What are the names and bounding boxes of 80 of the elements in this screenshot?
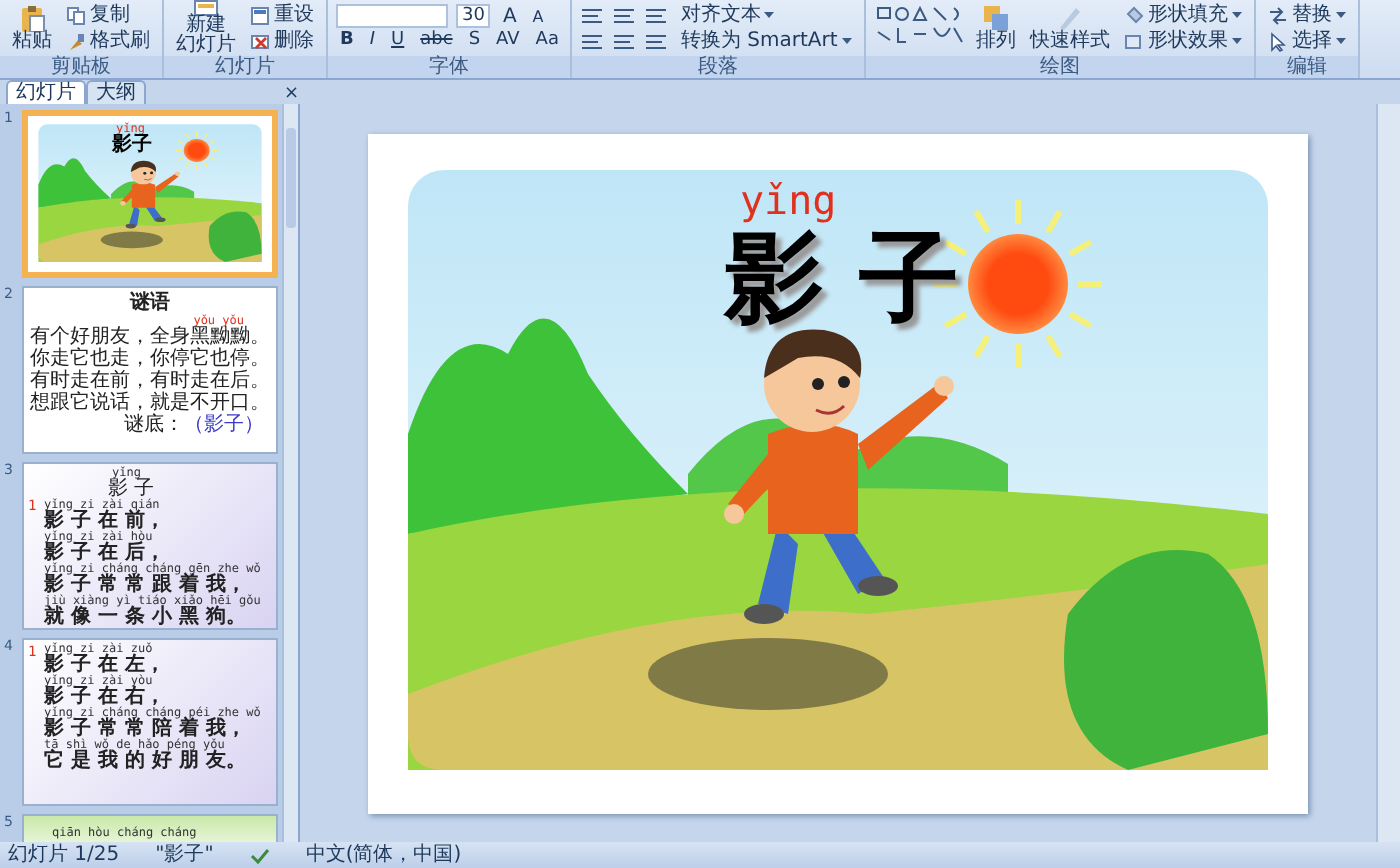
answer-label: 谜底： xyxy=(124,416,184,436)
format-button[interactable]: U xyxy=(387,30,409,52)
poem-line: 它 是 我 的 好 朋 友。 xyxy=(44,752,248,772)
ribbon-group-label: 段落 xyxy=(572,56,864,78)
shrink-font-button[interactable]: A xyxy=(528,5,548,27)
poem-line: 想跟它说话，就是不开口。 xyxy=(30,394,270,414)
slide-icon xyxy=(194,0,218,16)
paint-bucket-icon xyxy=(1123,5,1144,25)
pinyin-text: yǐng xyxy=(740,177,837,221)
copy-icon xyxy=(66,5,86,25)
poem-line: 影 子 常 常 跟 着 我， xyxy=(44,576,246,596)
status-text: "影子" xyxy=(155,843,214,867)
spellcheck-icon xyxy=(249,845,270,865)
poem-line: 就 像 一 条 小 黑 狗。 xyxy=(44,608,246,628)
slide-heading: 谜语 xyxy=(130,294,170,314)
scrollbar[interactable] xyxy=(282,104,298,842)
cursor-icon xyxy=(1267,31,1288,51)
ribbon-button[interactable]: 形状填充 xyxy=(1119,3,1246,27)
format-button[interactable]: S xyxy=(464,30,485,52)
poem-line: 有时走在前，有时走在后。 xyxy=(30,372,270,392)
ribbon-button[interactable]: 复制 xyxy=(62,3,154,27)
ribbon-button[interactable]: 粘贴 xyxy=(8,4,56,52)
bullets-icon xyxy=(580,5,605,25)
ribbon-group-label: 绘图 xyxy=(865,56,1254,78)
poem-line: 影 子 常 常 陪 着 我， xyxy=(44,720,246,740)
status-text: 中文(简体，中国) xyxy=(305,843,462,867)
poem-line: 影 子 在 前， xyxy=(44,512,167,532)
poem-line: 影 子 在 左， xyxy=(44,656,167,676)
caret-icon xyxy=(1335,11,1346,19)
caret-icon xyxy=(1231,11,1242,19)
layout-icon xyxy=(250,5,270,25)
ribbon-group-label: 剪贴板 xyxy=(0,56,162,78)
caret-icon xyxy=(764,11,775,19)
ribbon-button[interactable]: 对齐文本 xyxy=(676,3,779,27)
ribbon-button[interactable]: 形状效果 xyxy=(1119,29,1246,53)
grow-font-button[interactable]: A xyxy=(498,5,521,27)
replace-icon xyxy=(1267,5,1288,25)
slide-title: 影 子 xyxy=(724,221,959,333)
format-button[interactable]: abc xyxy=(416,30,457,52)
slide-title: 影子 xyxy=(112,136,152,156)
ribbon-button[interactable]: 替换 xyxy=(1263,3,1350,27)
ribbon-button[interactable]: 快速样式 xyxy=(1025,4,1114,52)
format-button[interactable]: I xyxy=(365,30,380,52)
font-name-field[interactable] xyxy=(336,4,448,28)
font-size-field[interactable]: 30 xyxy=(456,4,491,28)
format-button[interactable]: AV xyxy=(492,30,524,52)
ribbon-group-label: 编辑 xyxy=(1255,56,1358,78)
ribbon-group-label: 幻灯片 xyxy=(164,56,326,78)
close-button[interactable]: × xyxy=(280,84,304,104)
align-left-icon xyxy=(580,31,605,51)
ribbon-button[interactable]: 删除 xyxy=(246,29,318,53)
delete-icon xyxy=(250,31,270,51)
align-center-icon xyxy=(612,31,637,51)
paintbrush-icon xyxy=(66,31,86,51)
poem-line: 有个好朋友，全身黑黝黝。 xyxy=(30,328,270,348)
caret-icon xyxy=(841,37,852,45)
shape-effects-icon xyxy=(1123,31,1144,51)
arrange-icon xyxy=(981,4,1010,32)
slide-heading: 影 子 xyxy=(108,480,155,500)
ribbon-button[interactable]: 重设 xyxy=(246,3,318,27)
scrollbar[interactable] xyxy=(1376,104,1400,842)
format-button[interactable]: B xyxy=(336,30,358,52)
pane-tab[interactable]: 幻灯片 xyxy=(6,80,86,104)
caret-icon xyxy=(1231,37,1242,45)
pane-tab[interactable]: 大纲 xyxy=(86,80,146,104)
poem-line: 影 子 在 右， xyxy=(44,688,165,708)
poem-line: 你走它也走，你停它也停。 xyxy=(30,350,270,370)
answer-text: （影子） xyxy=(184,416,264,436)
ribbon-button[interactable]: 排列 xyxy=(971,4,1020,52)
ribbon-button[interactable]: 格式刷 xyxy=(62,29,154,53)
ribbon-group-label: 字体 xyxy=(328,56,571,78)
poem-line: 影 子 在 后， xyxy=(44,544,165,564)
format-button[interactable]: Aa xyxy=(531,30,563,52)
status-text: 幻灯片 1/25 xyxy=(8,843,120,867)
ribbon-button[interactable]: 新建 幻灯片 xyxy=(172,0,240,56)
clipboard-icon xyxy=(18,4,46,32)
caret-icon xyxy=(1335,37,1346,45)
ribbon-button[interactable]: 选择 xyxy=(1263,29,1350,53)
ribbon-button[interactable]: 转换为 SmartArt xyxy=(676,29,856,53)
align-right-icon xyxy=(644,31,669,51)
